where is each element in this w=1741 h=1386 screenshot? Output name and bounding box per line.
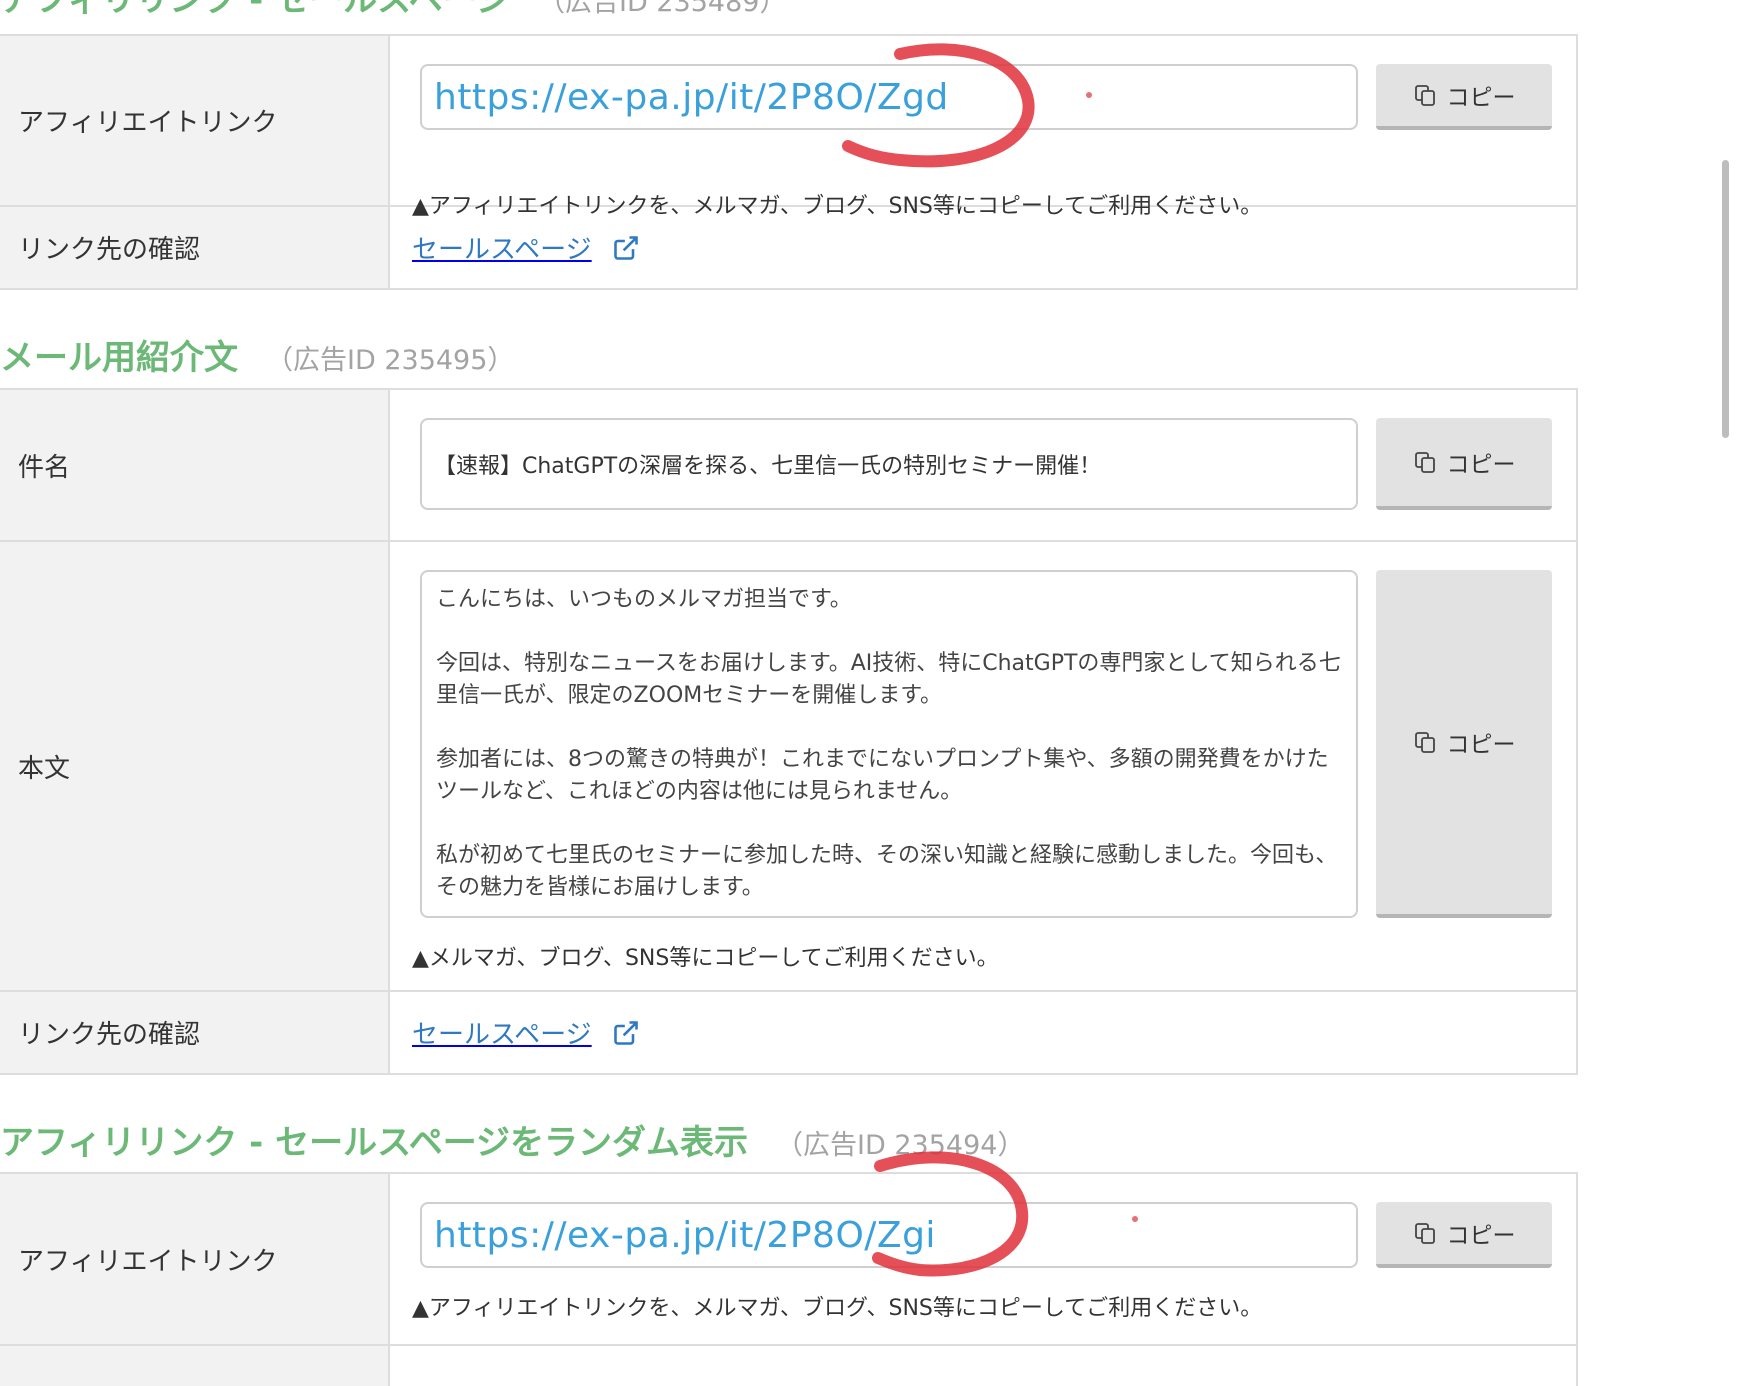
affiliate-link-note: ▲アフィリエイトリンクを、メルマガ、ブログ、SNS等にコピーしてご利用ください。 bbox=[412, 1296, 1263, 1321]
affiliate-url-field[interactable]: https://ex-pa.jp/it/2P8O/Zgi bbox=[420, 1202, 1358, 1268]
copy-icon bbox=[1414, 1223, 1435, 1244]
body-value: こんにちは、いつものメルマガ担当です。 今回は、特別なニュースをお届けします。A… bbox=[390, 542, 1576, 990]
affiliate-url-field[interactable]: https://ex-pa.jp/it/2P8O/Zgd bbox=[420, 64, 1358, 130]
affiliate-link-row: アフィリエイトリンク https://ex-pa.jp/it/2P8O/Zgd … bbox=[0, 36, 1576, 219]
copy-icon bbox=[1414, 732, 1435, 753]
subject-copy-button[interactable]: コピー bbox=[1376, 418, 1552, 510]
ad-id: （広告ID 235494） bbox=[776, 1130, 1025, 1161]
sales-page-link[interactable]: セールスページ bbox=[412, 1014, 640, 1051]
ad-id: （広告ID 235489） bbox=[538, 0, 787, 18]
affiliate-random-table: アフィリエイトリンク https://ex-pa.jp/it/2P8O/Zgi … bbox=[0, 1172, 1578, 1386]
body-row: 本文 こんにちは、いつものメルマガ担当です。 今回は、特別なニュースをお届けしま… bbox=[0, 542, 1576, 992]
affiliate-link-label: アフィリエイトリンク bbox=[0, 36, 390, 205]
affiliate-link-value: https://ex-pa.jp/it/2P8O/Zgi コピー ▲アフィリエイ… bbox=[390, 1174, 1576, 1344]
affiliate-url-text: https://ex-pa.jp/it/2P8O/Zgi bbox=[434, 1214, 936, 1256]
section-title-text: メール用紹介文 bbox=[0, 338, 238, 378]
link-check-label: リンク先の確認 bbox=[0, 207, 390, 288]
copy-button[interactable]: コピー bbox=[1376, 1202, 1552, 1268]
copy-icon bbox=[1414, 85, 1435, 106]
next-row-value bbox=[390, 1346, 1576, 1386]
external-link-icon bbox=[613, 1020, 638, 1045]
subject-row: 件名 【速報】ChatGPTの深層を探る、七里信一氏の特別セミナー開催！ コピー bbox=[0, 390, 1576, 542]
subject-label: 件名 bbox=[0, 390, 390, 540]
body-label: 本文 bbox=[0, 542, 390, 990]
copy-button[interactable]: コピー bbox=[1376, 64, 1552, 130]
link-check-row: リンク先の確認 セールスページ bbox=[0, 207, 1576, 288]
sales-page-link-text: セールスページ bbox=[412, 235, 592, 265]
mail-intro-table: 件名 【速報】ChatGPTの深層を探る、七里信一氏の特別セミナー開催！ コピー… bbox=[0, 388, 1578, 1075]
copy-button-label: コピー bbox=[1446, 452, 1516, 478]
subject-text: 【速報】ChatGPTの深層を探る、七里信一氏の特別セミナー開催！ bbox=[434, 454, 1102, 479]
scrollbar[interactable] bbox=[1722, 160, 1729, 438]
subject-field[interactable]: 【速報】ChatGPTの深層を探る、七里信一氏の特別セミナー開催！ bbox=[420, 418, 1358, 510]
body-text: こんにちは、いつものメルマガ担当です。 今回は、特別なニュースをお届けします。A… bbox=[436, 587, 1341, 900]
body-copy-button[interactable]: コピー bbox=[1376, 570, 1552, 918]
affiliate-link-table: アフィリエイトリンク https://ex-pa.jp/it/2P8O/Zgd … bbox=[0, 34, 1578, 290]
section-title-text: アフィリリンク - セールスページをランダム表示 bbox=[0, 1123, 749, 1163]
body-note: ▲メルマガ、ブログ、SNS等にコピーしてご利用ください。 bbox=[412, 946, 999, 971]
next-row-label bbox=[0, 1346, 390, 1386]
copy-button-label: コピー bbox=[1446, 85, 1516, 111]
sales-page-link-text: セールスページ bbox=[412, 1020, 592, 1050]
section-title-mail-intro: メール用紹介文 （広告ID 235495） bbox=[0, 330, 514, 379]
section-title-text: アフィリリンク - セールスページ bbox=[0, 0, 511, 20]
section-title-affiliate-random: アフィリリンク - セールスページをランダム表示 （広告ID 235494） bbox=[0, 1115, 1024, 1164]
copy-icon bbox=[1414, 452, 1435, 473]
subject-value: 【速報】ChatGPTの深層を探る、七里信一氏の特別セミナー開催！ コピー bbox=[390, 390, 1576, 540]
external-link-icon bbox=[613, 235, 638, 260]
copy-button-label: コピー bbox=[1446, 1223, 1516, 1249]
affiliate-link-row: アフィリエイトリンク https://ex-pa.jp/it/2P8O/Zgi … bbox=[0, 1174, 1576, 1346]
link-check-label: リンク先の確認 bbox=[0, 992, 390, 1073]
section-title-affiliate-sales: アフィリリンク - セールスページ （広告ID 235489） bbox=[0, 0, 786, 21]
link-check-value: セールスページ bbox=[390, 992, 1576, 1073]
affiliate-url-text: https://ex-pa.jp/it/2P8O/Zgd bbox=[434, 76, 949, 118]
body-textarea[interactable]: こんにちは、いつものメルマガ担当です。 今回は、特別なニュースをお届けします。A… bbox=[420, 570, 1358, 918]
sales-page-link[interactable]: セールスページ bbox=[412, 229, 640, 266]
link-check-row: リンク先の確認 セールスページ bbox=[0, 992, 1576, 1073]
next-row bbox=[0, 1346, 1576, 1386]
link-check-value: セールスページ bbox=[390, 207, 1576, 288]
affiliate-link-value: https://ex-pa.jp/it/2P8O/Zgd コピー ▲アフィリエイ… bbox=[390, 36, 1576, 219]
affiliate-link-label: アフィリエイトリンク bbox=[0, 1174, 390, 1344]
copy-button-label: コピー bbox=[1446, 732, 1516, 758]
ad-id: （広告ID 235495） bbox=[266, 345, 515, 376]
